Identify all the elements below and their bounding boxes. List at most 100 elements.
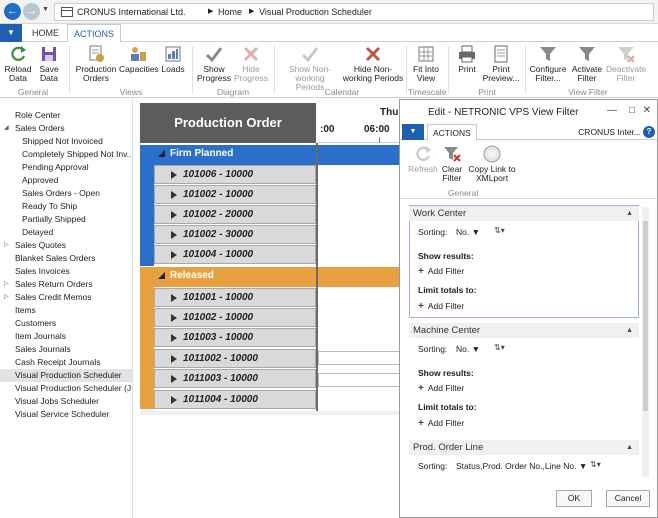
hide-progress-button[interactable]: Hide Progress <box>233 44 269 83</box>
cancel-button[interactable]: Cancel <box>606 490 650 507</box>
nav-item-sales-journals[interactable]: Sales Journals <box>0 343 132 356</box>
work-center-header[interactable]: Work Center ▲ <box>409 206 639 221</box>
add-filter-link[interactable]: + Add Filter <box>418 266 464 277</box>
ok-button[interactable]: OK <box>556 490 592 507</box>
machine-center-header[interactable]: Machine Center ▲ <box>409 323 639 338</box>
nav-item-visual-production-scheduler-j[interactable]: Visual Production Scheduler (J... <box>0 382 132 395</box>
order-row[interactable]: 101001 - 10000 <box>154 288 316 307</box>
add-filter-link[interactable]: + Add Filter <box>418 383 464 394</box>
chevron-up-icon[interactable]: ▲ <box>626 206 633 221</box>
nav-item-sales-invoices[interactable]: Sales Invoices <box>0 265 132 278</box>
group-label-views: Views <box>119 87 143 97</box>
deactivate-filter-button[interactable]: Deactivate Filter <box>606 44 646 83</box>
prod-order-line-header[interactable]: Prod. Order Line ▲ <box>409 440 639 455</box>
maximize-icon[interactable]: □ <box>629 105 635 116</box>
app-menu-button[interactable]: ▼ <box>0 24 22 42</box>
order-row[interactable]: 101002 - 10000 <box>154 308 316 327</box>
gantt-bar[interactable] <box>318 351 400 365</box>
expanded-caret-icon: ◢ <box>4 125 9 131</box>
forward-icon[interactable]: → <box>23 3 40 20</box>
order-row[interactable]: 101004 - 10000 <box>154 245 316 264</box>
sort-order-icon[interactable]: ⇅▾ <box>590 460 601 469</box>
print-preview-button[interactable]: Print Preview... <box>482 44 520 83</box>
order-row[interactable]: 101002 - 10000 <box>154 185 316 204</box>
tab-actions[interactable]: ACTIONS <box>67 24 122 43</box>
group-header-firm-planned[interactable]: Firm Planned <box>140 145 400 165</box>
nav-item-sales-credit-memos[interactable]: ▷ Sales Credit Memos <box>0 291 132 304</box>
chevron-up-icon[interactable]: ▲ <box>626 440 633 455</box>
nav-item-completely-shipped[interactable]: Completely Shipped Not Inv... <box>0 148 132 161</box>
reload-data-button[interactable]: Reload Data <box>3 44 33 83</box>
sorting-select[interactable]: No. ▼ <box>456 344 480 354</box>
add-filter-link[interactable]: + Add Filter <box>418 301 464 312</box>
nav-item-visual-service-scheduler[interactable]: Visual Service Scheduler <box>0 408 132 421</box>
nav-item-items[interactable]: Items <box>0 304 132 317</box>
sorting-select[interactable]: No. ▼ <box>456 227 480 237</box>
nav-item-item-journals[interactable]: Item Journals <box>0 330 132 343</box>
history-dropdown-icon[interactable]: ▼ <box>42 6 49 13</box>
dialog-menu-button[interactable]: ▼ <box>402 124 424 140</box>
hide-non-working-periods-button[interactable]: Hide Non-working Periods <box>342 44 404 83</box>
gantt-bar[interactable] <box>318 373 400 387</box>
nav-item-partially-shipped[interactable]: Partially Shipped <box>0 213 132 226</box>
fit-into-view-button[interactable]: Fit Into View <box>410 44 442 83</box>
nav-item-blanket-sales-orders[interactable]: Blanket Sales Orders <box>0 252 132 265</box>
scrollbar-thumb[interactable] <box>643 221 648 411</box>
sorting-select[interactable]: Status,Prod. Order No.,Line No. ▼ <box>456 461 587 471</box>
save-data-button[interactable]: Save Data <box>35 44 63 83</box>
nav-item-visual-jobs-scheduler[interactable]: Visual Jobs Scheduler <box>0 395 132 408</box>
chevron-up-icon[interactable]: ▲ <box>626 323 633 338</box>
show-results-label: Show results: <box>418 251 474 261</box>
order-row[interactable]: 101002 - 20000 <box>154 205 316 224</box>
production-order-header: Production Order <box>140 103 316 143</box>
activate-filter-button[interactable]: Activate Filter <box>570 44 604 83</box>
window-icon <box>61 7 73 17</box>
nav-item-cash-receipt-journals[interactable]: Cash Receipt Journals <box>0 356 132 369</box>
clear-filter-button[interactable]: Clear Filter <box>440 144 464 183</box>
tab-actions[interactable]: ACTIONS <box>427 124 477 141</box>
add-filter-link[interactable]: + Add Filter <box>418 418 464 429</box>
production-orders-button[interactable]: Production Orders <box>74 44 118 83</box>
nav-item-shipped-not-invoiced[interactable]: Shipped Not Invoiced <box>0 135 132 148</box>
sort-order-icon[interactable]: ⇅▾ <box>494 226 505 235</box>
horizontal-scrollbar[interactable] <box>140 411 400 415</box>
nav-item-customers[interactable]: Customers <box>0 317 132 330</box>
order-row[interactable]: 101006 - 10000 <box>154 165 316 184</box>
order-row[interactable]: 101003 - 10000 <box>154 328 316 347</box>
show-non-working-periods-button[interactable]: Show Non-working Periods <box>280 44 340 92</box>
nav-item-sales-quotes[interactable]: ▷ Sales Quotes <box>0 239 132 252</box>
configure-filter-button[interactable]: Configure Filter... <box>528 44 568 83</box>
nav-item-sales-return-orders[interactable]: ▷ Sales Return Orders <box>0 278 132 291</box>
capacities-button[interactable]: Capacities <box>119 44 159 74</box>
show-progress-button[interactable]: Show Progress <box>196 44 232 83</box>
order-row[interactable]: 1011004 - 10000 <box>154 390 316 409</box>
nav-item-visual-production-scheduler[interactable]: Visual Production Scheduler <box>0 369 132 382</box>
close-icon[interactable]: ✕ <box>643 105 651 116</box>
breadcrumb-home[interactable]: Home <box>218 7 242 17</box>
help-icon[interactable]: ? <box>643 126 655 138</box>
nav-item-sales-orders-open[interactable]: Sales Orders - Open <box>0 187 132 200</box>
nav-item-role-center[interactable]: Role Center <box>0 109 132 122</box>
nav-item-delayed[interactable]: Delayed <box>0 226 132 239</box>
nav-item-pending-approval[interactable]: Pending Approval <box>0 161 132 174</box>
refresh-button[interactable]: Refresh <box>406 144 440 174</box>
minimize-icon[interactable]: — <box>607 105 617 116</box>
splitter[interactable] <box>316 143 318 411</box>
order-row[interactable]: 101002 - 30000 <box>154 225 316 244</box>
nav-item-approved[interactable]: Approved <box>0 174 132 187</box>
group-header-released[interactable]: Released <box>140 267 400 287</box>
loads-button[interactable]: Loads <box>160 44 186 74</box>
breadcrumb-company[interactable]: CRONUS International Ltd. <box>77 7 186 17</box>
order-row[interactable]: 1011002 - 10000 <box>154 349 316 368</box>
tab-home[interactable]: HOME <box>26 24 65 42</box>
back-icon[interactable]: ← <box>4 3 21 20</box>
breadcrumb-page[interactable]: Visual Production Scheduler <box>259 7 372 17</box>
nav-item-sales-orders[interactable]: ◢ Sales Orders <box>0 122 132 135</box>
timescale-header[interactable]: :00 06:00 Thu <box>318 103 400 143</box>
nav-item-ready-to-ship[interactable]: Ready To Ship <box>0 200 132 213</box>
print-button[interactable]: Print <box>454 44 480 74</box>
order-row[interactable]: 1011003 - 10000 <box>154 369 316 388</box>
copy-link-button[interactable]: Copy Link to XMLport <box>468 144 516 183</box>
vertical-scrollbar[interactable] <box>642 207 649 477</box>
sort-order-icon[interactable]: ⇅▾ <box>494 343 505 352</box>
